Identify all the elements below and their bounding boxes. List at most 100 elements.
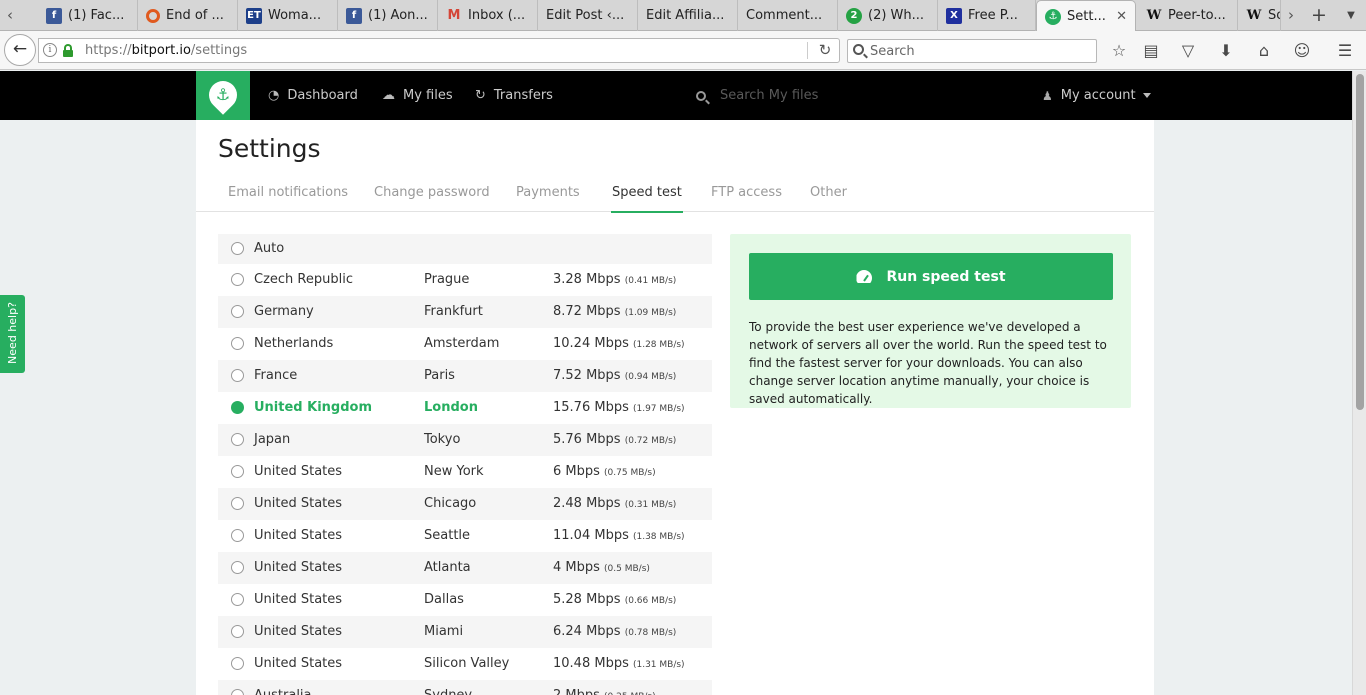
run-speed-test-button[interactable]: Run speed test — [749, 253, 1113, 300]
tab-list-icon[interactable]: ▼ — [1340, 0, 1362, 31]
server-row[interactable]: Czech Republic Prague 3.28 Mbps (0.41 MB/s… — [218, 264, 712, 296]
facebook-icon: f — [46, 7, 62, 24]
server-radio[interactable] — [231, 433, 244, 446]
back-button[interactable]: ← — [4, 34, 36, 66]
tab-change-password[interactable]: Change password — [373, 181, 491, 212]
browser-tab-label: So — [1268, 8, 1280, 23]
tab-ftp-access[interactable]: FTP access — [710, 181, 783, 212]
server-radio[interactable] — [231, 369, 244, 382]
server-row[interactable]: United States Dallas 5.28 Mbps (0.66 MB/s) — [218, 584, 712, 616]
home-icon[interactable]: ⌂ — [1251, 38, 1277, 64]
x-icon: X — [946, 7, 962, 24]
server-row[interactable]: Netherlands Amsterdam 10.24 Mbps (1.28 MB/… — [218, 328, 712, 360]
scrollbar-thumb[interactable] — [1356, 74, 1364, 410]
server-row[interactable]: Australia Sydney 2 Mbps (0.25 MB/s) — [218, 680, 712, 695]
server-country: Netherlands — [254, 336, 334, 351]
server-radio[interactable] — [231, 337, 244, 350]
server-row[interactable]: United States Atlanta 4 Mbps (0.5 MB/s) — [218, 552, 712, 584]
page-scrollbar[interactable] — [1352, 71, 1366, 695]
server-row[interactable]: United States Silicon Valley 10.48 Mbps (1… — [218, 648, 712, 680]
server-radio[interactable] — [231, 593, 244, 606]
server-row[interactable]: United States Seattle 11.04 Mbps (1.38 MB/… — [218, 520, 712, 552]
dashboard-icon: ◔ — [268, 88, 280, 103]
browser-tab[interactable]: M Inbox (... — [438, 0, 538, 31]
server-row[interactable]: United States Chicago 2.48 Mbps (0.31 MB/s… — [218, 488, 712, 520]
browser-tab[interactable]: W So — [1238, 0, 1281, 31]
server-radio[interactable] — [231, 497, 244, 510]
server-radio[interactable] — [231, 625, 244, 638]
hamburger-menu-icon[interactable]: ☰ — [1332, 38, 1358, 64]
server-country: Germany — [254, 304, 314, 319]
tab-scroll-left-icon[interactable]: ‹ — [0, 0, 20, 31]
close-tab-icon[interactable]: ✕ — [1116, 9, 1127, 24]
cloud-icon: ☁ — [382, 88, 395, 103]
server-radio[interactable] — [231, 529, 244, 542]
nav-dashboard[interactable]: ◔ Dashboard — [268, 71, 358, 120]
browser-tab[interactable]: X Free P... — [938, 0, 1036, 31]
browser-tab[interactable]: f (1) Aon... — [338, 0, 438, 31]
server-radio[interactable] — [231, 657, 244, 670]
browser-tab[interactable]: End of ... — [138, 0, 238, 31]
account-menu[interactable]: ♟ My account — [1042, 71, 1151, 120]
tab-payments[interactable]: Payments — [515, 181, 581, 212]
server-radio[interactable] — [231, 561, 244, 574]
reload-icon[interactable]: ↻ — [815, 39, 835, 62]
server-radio[interactable] — [231, 273, 244, 286]
need-help-tab[interactable]: Need help? — [0, 295, 25, 373]
server-radio[interactable] — [231, 465, 244, 478]
server-radio[interactable] — [231, 689, 244, 695]
browser-tab-label: Comment... — [746, 8, 823, 23]
browser-tab-label: (1) Fac... — [68, 8, 125, 23]
bookmark-star-icon[interactable]: ☆ — [1106, 38, 1132, 64]
browser-tab[interactable]: ET Woma... — [238, 0, 338, 31]
browser-tab[interactable]: ⚓ Sett... ✕ — [1036, 0, 1136, 32]
tab-scroll-right-icon[interactable]: › — [1281, 0, 1301, 31]
browser-tab-label: Edit Affilia... — [646, 8, 725, 23]
lock-icon[interactable] — [63, 44, 73, 57]
server-row[interactable]: United Kingdom London 15.76 Mbps (1.97 MB/… — [218, 392, 712, 424]
server-speed-mbs: (0.78 MB/s) — [624, 628, 677, 638]
server-city: Paris — [424, 368, 455, 383]
server-city: New York — [424, 464, 484, 479]
browser-tab[interactable]: Edit Post ‹... — [538, 0, 638, 31]
server-city: Tokyo — [424, 432, 461, 447]
tab-email-notifications[interactable]: Email notifications — [227, 181, 349, 212]
browser-tab[interactable]: W Peer-to... — [1138, 0, 1238, 31]
address-bar[interactable]: i https://bitport.io/settings ↻ — [38, 38, 840, 63]
server-city: London — [424, 400, 478, 415]
browser-tab[interactable]: f (1) Fac... — [38, 0, 138, 31]
server-country: United States — [254, 464, 343, 479]
server-row[interactable]: United States Miami 6.24 Mbps (0.78 MB/s) — [218, 616, 712, 648]
nav-my-files[interactable]: ☁ My files — [382, 71, 453, 120]
server-row[interactable]: France Paris 7.52 Mbps (0.94 MB/s) — [218, 360, 712, 392]
info-icon[interactable]: i — [43, 43, 57, 57]
server-speed-mbps: 11.04 Mbps — [553, 528, 633, 543]
server-row[interactable]: United States New York 6 Mbps (0.75 MB/s) — [218, 456, 712, 488]
server-country: United States — [254, 560, 343, 575]
server-speed: 2 Mbps (0.25 MB/s) — [553, 680, 656, 695]
server-row[interactable]: Auto — [218, 234, 712, 264]
server-row[interactable]: Japan Tokyo 5.76 Mbps (0.72 MB/s) — [218, 424, 712, 456]
server-radio[interactable] — [231, 242, 244, 255]
bitport-logo[interactable]: ⚓ — [196, 71, 250, 120]
browser-tab[interactable]: Edit Affilia... — [638, 0, 738, 31]
files-search-input[interactable] — [720, 84, 920, 107]
chat-icon[interactable]: ☺ — [1289, 38, 1315, 64]
pocket-icon[interactable]: ▽ — [1175, 38, 1201, 64]
reading-list-icon[interactable]: ▤ — [1138, 38, 1164, 64]
new-tab-button[interactable]: + — [1306, 0, 1332, 31]
server-speed: 11.04 Mbps (1.38 MB/s) — [553, 520, 685, 553]
browser-search-box[interactable] — [847, 39, 1097, 63]
server-radio[interactable] — [231, 305, 244, 318]
browser-tab[interactable]: 2 (2) Wh... — [838, 0, 938, 31]
tab-other[interactable]: Other — [809, 181, 848, 212]
browser-tab[interactable]: Comment... — [738, 0, 838, 31]
nav-transfers[interactable]: ↻ Transfers — [475, 71, 553, 120]
server-radio[interactable] — [231, 401, 244, 414]
browser-search-input[interactable] — [870, 41, 1090, 61]
address-url[interactable]: https://bitport.io/settings — [85, 39, 247, 62]
tab-speed-test[interactable]: Speed test — [611, 181, 683, 213]
server-speed-mbs: (0.31 MB/s) — [624, 500, 677, 510]
server-row[interactable]: Germany Frankfurt 8.72 Mbps (1.09 MB/s) — [218, 296, 712, 328]
downloads-icon[interactable]: ⬇ — [1213, 38, 1239, 64]
